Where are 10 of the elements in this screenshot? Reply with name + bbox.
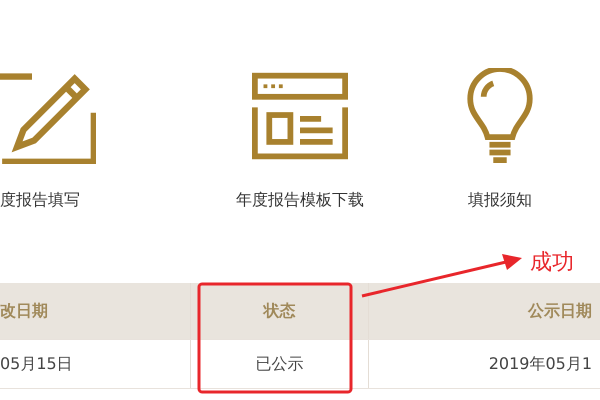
shortcut-label[interactable]: 填报须知 [468, 190, 532, 211]
table-cell: 05月15日 [0, 340, 191, 388]
shortcut-label[interactable]: 度报告填写 [0, 190, 80, 211]
column-header: 改日期 [0, 283, 191, 339]
table-cell: 已公示 [191, 340, 369, 388]
column-header: 状态 [191, 283, 369, 339]
annotation-label: 成功 [530, 249, 574, 277]
shortcut-label[interactable]: 年度报告模板下载 [236, 190, 364, 211]
table-cell-text: 2019年05月1 [488, 352, 593, 374]
column-header: 公示日期 [526, 300, 593, 322]
